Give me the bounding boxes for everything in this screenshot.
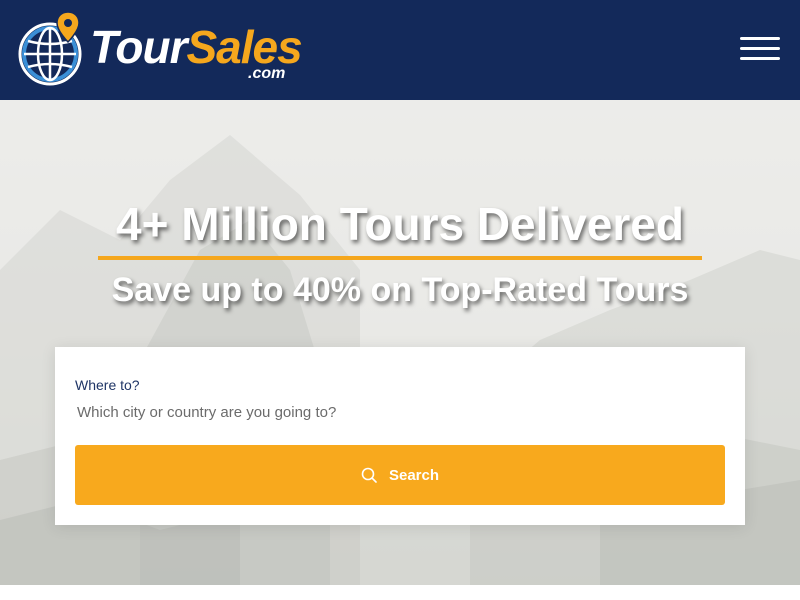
- search-icon: [361, 467, 377, 483]
- hero-subtitle: Save up to 40% on Top-Rated Tours: [111, 271, 689, 309]
- hero-title-underline: [98, 256, 702, 260]
- site-header: TourSales .com: [0, 0, 800, 100]
- search-button[interactable]: Search: [75, 445, 725, 505]
- hamburger-menu-icon[interactable]: [738, 34, 782, 64]
- logo-wordmark: TourSales: [90, 21, 303, 73]
- tour-search-form: Where to? Search: [55, 347, 745, 525]
- destination-label: Where to?: [75, 377, 140, 393]
- site-logo[interactable]: TourSales .com: [18, 10, 308, 90]
- menu-bar: [740, 57, 780, 60]
- hero-title: 4+ Million Tours Delivered: [116, 198, 684, 250]
- destination-search-input[interactable]: [75, 399, 719, 425]
- page-content-start: [0, 585, 800, 600]
- logo-domain-suffix: .com: [248, 65, 286, 82]
- menu-bar: [740, 37, 780, 40]
- logo-word-tour: Tour: [90, 21, 187, 73]
- menu-bar: [740, 47, 780, 50]
- search-button-label: Search: [388, 466, 440, 484]
- globe-pin-icon: [18, 11, 82, 86]
